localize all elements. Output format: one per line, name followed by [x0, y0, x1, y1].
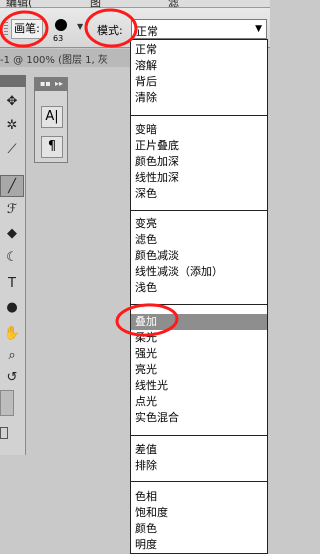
document-tab[interactable]: -1 @ 100% (图层 1, 灰 — [0, 49, 130, 67]
blend-mode-option[interactable]: 亮光 — [131, 362, 267, 378]
hand-tool-icon[interactable]: ✋ — [0, 323, 24, 345]
ellipse-tool-icon[interactable]: ● — [0, 297, 24, 319]
eyedropper-tool-icon[interactable]: ⟋ — [0, 139, 24, 161]
divider — [131, 435, 267, 436]
toolbox: ✥ ✲ ⟋ ╱ ℱ ◆ ☾ T ● ✋ ⌕ ↺ — [0, 75, 26, 455]
mode-label: 模式: — [97, 24, 123, 37]
blend-mode-option[interactable]: 线性加深 — [131, 170, 267, 186]
brush-tool-icon[interactable]: ╱ — [0, 175, 24, 197]
chevron-down-icon[interactable]: ▼ — [255, 24, 262, 34]
blend-mode-option[interactable]: 溶解 — [131, 58, 267, 74]
brush-size-value: 63 — [53, 34, 64, 43]
zoom-tool-icon[interactable]: ⌕ — [0, 345, 24, 367]
grip-handle[interactable] — [4, 22, 8, 36]
blend-mode-dropdown: 正常 溶解 背后 清除 变暗 正片叠底 颜色加深 线性加深 深色 变亮 滤色 颜… — [130, 39, 268, 554]
blend-mode-option[interactable]: 变暗 — [131, 122, 267, 138]
paragraph-panel-button[interactable]: ¶ — [41, 136, 63, 158]
blend-mode-option[interactable]: 实色混合 — [131, 410, 267, 426]
mode-select-value: 正常 — [136, 25, 158, 38]
blend-mode-option[interactable]: 颜色加深 — [131, 154, 267, 170]
divider — [131, 304, 267, 305]
blend-mode-option[interactable]: 背后 — [131, 74, 267, 90]
blend-mode-option[interactable]: 滤色 — [131, 232, 267, 248]
blend-mode-option[interactable]: 正常 — [131, 42, 267, 58]
menu-bar: 编辑( 图 滤 — [0, 0, 270, 9]
blend-mode-option[interactable]: 清除 — [131, 90, 267, 106]
quick-mask-button[interactable] — [0, 427, 8, 439]
blend-mode-option[interactable]: 正片叠底 — [131, 138, 267, 154]
blend-mode-option[interactable]: 差值 — [131, 442, 267, 458]
palette-header[interactable]: ▪▪ ▸▸ — [35, 78, 67, 91]
move-tool-icon[interactable]: ✥ — [0, 91, 24, 113]
blend-mode-option[interactable]: 点光 — [131, 394, 267, 410]
blend-mode-option[interactable]: 线性减淡（添加） — [131, 264, 267, 280]
blend-mode-option[interactable]: 强光 — [131, 346, 267, 362]
blend-mode-option[interactable]: 颜色 — [131, 521, 267, 537]
brush-picker-arrow-icon[interactable]: ▼ — [77, 22, 83, 31]
palette-expand-icon[interactable]: ▸▸ — [55, 79, 63, 88]
blend-mode-option[interactable]: 颜色减淡 — [131, 248, 267, 264]
background-color-swatch[interactable] — [0, 390, 14, 416]
divider — [131, 115, 267, 116]
toolbox-header[interactable] — [0, 75, 26, 87]
blend-mode-option-selected[interactable]: 叠加 — [131, 314, 267, 330]
brush-preview-icon[interactable] — [55, 19, 67, 31]
character-panel-button[interactable]: A| — [41, 106, 63, 128]
magic-wand-tool-icon[interactable]: ✲ — [0, 115, 24, 137]
blend-mode-option[interactable]: 明度 — [131, 537, 267, 553]
history-brush-tool-icon[interactable]: ℱ — [0, 199, 24, 221]
blend-mode-option[interactable]: 变亮 — [131, 216, 267, 232]
blend-mode-option[interactable]: 排除 — [131, 458, 267, 474]
blend-mode-option[interactable]: 浅色 — [131, 280, 267, 296]
blend-mode-option[interactable]: 深色 — [131, 186, 267, 202]
paint-bucket-tool-icon[interactable]: ◆ — [0, 223, 24, 245]
document-title: -1 @ 100% (图层 1, 灰 — [0, 55, 108, 66]
blend-mode-option[interactable]: 线性光 — [131, 378, 267, 394]
dodge-tool-icon[interactable]: ☾ — [0, 247, 24, 269]
divider — [131, 210, 267, 211]
divider — [131, 481, 267, 482]
character-palette: ▪▪ ▸▸ A| ¶ — [34, 77, 68, 163]
palette-grip-icon[interactable]: ▪▪ — [40, 79, 51, 88]
type-tool-icon[interactable]: T — [0, 273, 24, 295]
blend-mode-option[interactable]: 饱和度 — [131, 505, 267, 521]
blend-mode-option[interactable]: 色相 — [131, 489, 267, 505]
tool-preset-label[interactable]: 画笔: — [11, 19, 43, 39]
blend-mode-option[interactable]: 柔光 — [131, 330, 267, 346]
mode-select[interactable]: 正常 ▼ — [131, 19, 267, 39]
swap-colors-icon[interactable]: ↺ — [0, 367, 24, 389]
